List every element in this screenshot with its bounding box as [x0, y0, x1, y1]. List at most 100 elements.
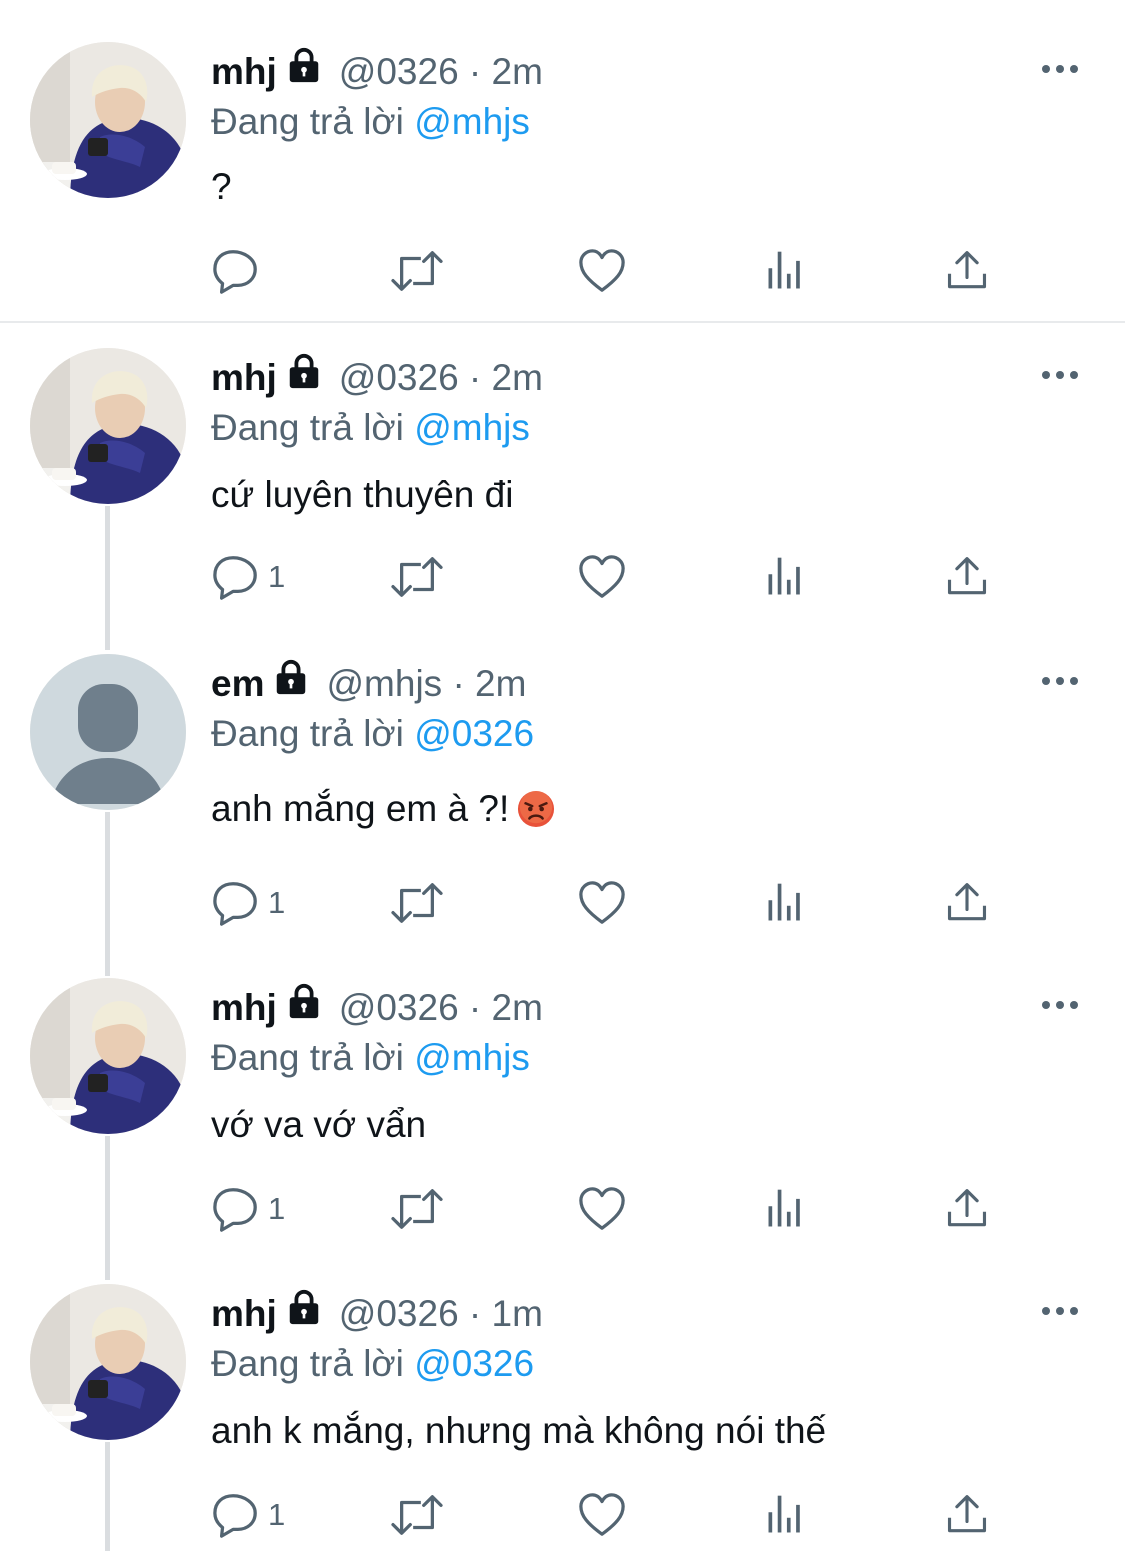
share-button[interactable]	[944, 550, 990, 604]
views-icon	[763, 1492, 809, 1538]
reply-icon	[212, 247, 260, 295]
reply-button[interactable]: 1	[212, 1488, 285, 1542]
views-icon	[763, 554, 809, 600]
like-icon	[578, 879, 626, 927]
photo-avatar-icon	[30, 1284, 186, 1440]
tweet[interactable]: em @mhjs · 2m Đang trả lời @0326 anh mắn…	[0, 630, 1125, 954]
share-button[interactable]	[944, 244, 990, 298]
like-icon	[578, 1185, 626, 1233]
lock-icon	[285, 46, 323, 93]
reply-button[interactable]: 1	[212, 550, 285, 604]
handle-time[interactable]: @mhjs · 2m	[326, 663, 526, 705]
like-button[interactable]	[578, 244, 626, 298]
views-icon	[763, 248, 809, 294]
avatar[interactable]	[30, 978, 186, 1134]
views-button[interactable]	[763, 550, 809, 604]
like-button[interactable]	[578, 876, 626, 930]
retweet-button[interactable]	[388, 244, 446, 298]
handle-time[interactable]: @0326 · 2m	[339, 357, 543, 399]
reply-count: 1	[268, 559, 286, 594]
lock-icon	[285, 982, 323, 1029]
like-button[interactable]	[578, 1488, 626, 1542]
replying-mention[interactable]: @0326	[414, 713, 534, 754]
replying-to: Đang trả lời @0326	[211, 713, 534, 755]
replying-mention[interactable]: @mhjs	[414, 407, 530, 448]
handle-time[interactable]: @0326 · 2m	[339, 987, 543, 1029]
share-button[interactable]	[944, 876, 990, 930]
tweet-text: ?	[211, 166, 232, 207]
replying-prefix: Đang trả lời	[211, 407, 404, 448]
retweet-icon	[388, 553, 446, 601]
tweet[interactable]: mhj @0326 · 1m Đang trả lời @0326 anh k …	[0, 1260, 1125, 1551]
tweet-header: mhj @0326 · 2m	[211, 352, 543, 404]
tweet-text: anh k mắng, nhưng mà không nói thế	[211, 1410, 827, 1451]
like-icon	[578, 247, 626, 295]
share-button[interactable]	[944, 1488, 990, 1542]
reply-icon	[212, 879, 260, 927]
avatar[interactable]	[30, 1284, 186, 1440]
views-button[interactable]	[763, 1488, 809, 1542]
display-name[interactable]: mhj	[211, 51, 277, 93]
retweet-button[interactable]	[388, 1488, 446, 1542]
more-icon[interactable]	[1042, 367, 1082, 383]
views-button[interactable]	[763, 1182, 809, 1236]
share-icon	[944, 1186, 990, 1232]
share-button[interactable]	[944, 1182, 990, 1236]
more-icon[interactable]	[1042, 1303, 1082, 1319]
display-name[interactable]: mhj	[211, 357, 277, 399]
replying-to: Đang trả lời @mhjs	[211, 101, 530, 143]
tweet[interactable]: mhj @0326 · 2m Đang trả lời @mhjs vớ va …	[0, 954, 1125, 1260]
like-button[interactable]	[578, 550, 626, 604]
avatar[interactable]	[30, 42, 186, 198]
reply-icon	[212, 553, 260, 601]
more-icon[interactable]	[1042, 997, 1082, 1013]
views-button[interactable]	[763, 876, 809, 930]
like-button[interactable]	[578, 1182, 626, 1236]
avatar[interactable]	[30, 654, 186, 810]
avatar[interactable]	[30, 348, 186, 504]
divider	[0, 321, 1125, 323]
replying-prefix: Đang trả lời	[211, 101, 404, 142]
default-avatar-icon	[30, 654, 186, 810]
replying-prefix: Đang trả lời	[211, 1343, 404, 1384]
tweet-text: cứ luyên thuyên đi	[211, 474, 514, 515]
replying-prefix: Đang trả lời	[211, 713, 404, 754]
share-icon	[944, 880, 990, 926]
views-icon	[763, 1186, 809, 1232]
tweet[interactable]: mhj @0326 · 2m Đang trả lời @mhjs cứ luy…	[0, 324, 1125, 630]
like-icon	[578, 553, 626, 601]
share-icon	[944, 554, 990, 600]
action-bar: 1	[212, 1488, 1012, 1542]
replying-mention[interactable]: @0326	[414, 1343, 534, 1384]
reply-count: 1	[268, 885, 286, 920]
tweet-text: vớ va vớ vẩn	[211, 1104, 427, 1145]
handle-time[interactable]: @0326 · 1m	[339, 1293, 543, 1335]
like-icon	[578, 1491, 626, 1539]
retweet-button[interactable]	[388, 550, 446, 604]
reply-button[interactable]	[212, 244, 268, 298]
more-icon[interactable]	[1042, 673, 1082, 689]
retweet-button[interactable]	[388, 876, 446, 930]
reply-button[interactable]: 1	[212, 876, 285, 930]
replying-mention[interactable]: @mhjs	[414, 101, 530, 142]
display-name[interactable]: mhj	[211, 987, 277, 1029]
display-name[interactable]: em	[211, 663, 264, 705]
retweet-icon	[388, 879, 446, 927]
retweet-icon	[388, 247, 446, 295]
handle-time[interactable]: @0326 · 2m	[339, 51, 543, 93]
photo-avatar-icon	[30, 978, 186, 1134]
tweet-header: mhj @0326 · 1m	[211, 1288, 543, 1340]
retweet-button[interactable]	[388, 1182, 446, 1236]
tweet[interactable]: mhj @0326 · 2m Đang trả lời @mhjs ?	[0, 0, 1125, 322]
replying-mention[interactable]: @mhjs	[414, 1037, 530, 1078]
share-icon	[944, 248, 990, 294]
display-name[interactable]: mhj	[211, 1293, 277, 1335]
reply-count: 1	[268, 1191, 286, 1226]
more-icon[interactable]	[1042, 61, 1082, 77]
reply-button[interactable]: 1	[212, 1182, 285, 1236]
replying-to: Đang trả lời @0326	[211, 1343, 534, 1385]
views-button[interactable]	[763, 244, 809, 298]
lock-icon	[272, 658, 310, 705]
angry-face-emoji-icon	[517, 790, 555, 828]
replying-to: Đang trả lời @mhjs	[211, 1037, 530, 1079]
